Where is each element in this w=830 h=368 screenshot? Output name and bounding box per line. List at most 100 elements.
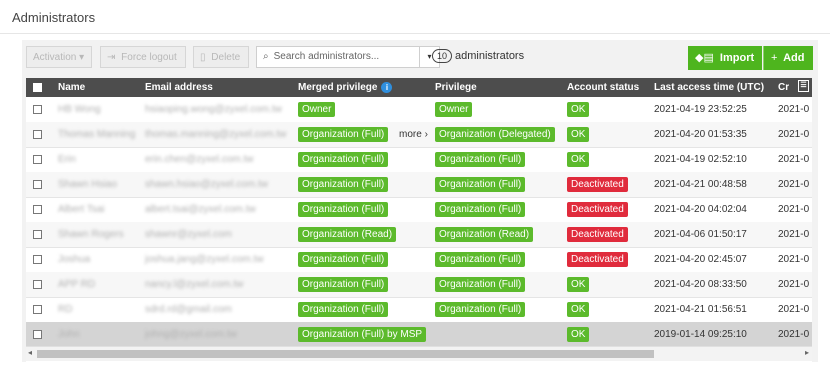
row-email: nancy.l@zyxel.com.tw xyxy=(145,279,244,290)
row-name: Erin xyxy=(58,154,76,165)
import-button[interactable]: ◆▤ Import xyxy=(688,46,762,70)
table-row[interactable]: Albert Tsai albert.tsai@zyxel.com.tw Organ… xyxy=(26,197,812,223)
scroll-left-icon[interactable]: ◂ xyxy=(28,348,32,357)
table-header: Name Email address Merged privilege i Pri… xyxy=(26,78,812,97)
title-divider xyxy=(0,33,830,34)
row-created: 2021-0 xyxy=(778,154,810,165)
row-created: 2021-0 xyxy=(778,229,810,240)
count-label: administrators xyxy=(455,50,525,62)
row-last-access: 2021-04-21 01:56:51 xyxy=(654,304,747,315)
row-created: 2021-0 xyxy=(778,329,810,340)
merged-privilege-badge: Organization (Full) xyxy=(298,177,389,192)
horizontal-scrollbar[interactable]: ◂ ▸ xyxy=(26,346,812,361)
row-created: 2021-0 xyxy=(778,254,810,265)
col-merged-privilege[interactable]: Merged privilege i xyxy=(298,82,393,94)
row-last-access: 2021-04-20 08:33:50 xyxy=(654,279,747,290)
table-row[interactable]: RD sdrd.rd@gmail.com Organization (Full) Or… xyxy=(26,297,812,323)
row-checkbox[interactable] xyxy=(33,280,42,289)
row-checkbox[interactable] xyxy=(33,180,42,189)
row-checkbox[interactable] xyxy=(33,255,42,264)
col-merged-label: Merged privilege xyxy=(298,82,378,94)
scroll-right-icon[interactable]: ▸ xyxy=(805,348,809,357)
col-email[interactable]: Email address xyxy=(145,82,213,93)
import-icon: ◆▤ xyxy=(695,52,714,64)
delete-button[interactable]: ▯ Delete xyxy=(193,46,249,68)
columns-icon[interactable]: ☰ xyxy=(798,80,809,92)
delete-label: Delete xyxy=(211,52,241,63)
row-checkbox[interactable] xyxy=(33,330,42,339)
row-last-access: 2021-04-21 00:48:58 xyxy=(654,179,747,190)
row-name: Albert Tsai xyxy=(58,204,105,215)
scrollbar-thumb[interactable] xyxy=(37,350,654,358)
add-button[interactable]: + Add xyxy=(763,46,813,70)
trash-icon: ▯ xyxy=(200,52,206,63)
row-checkbox[interactable] xyxy=(33,130,42,139)
row-checkbox[interactable] xyxy=(33,230,42,239)
row-name: RD xyxy=(58,304,73,315)
col-name[interactable]: Name xyxy=(58,82,85,93)
row-checkbox[interactable] xyxy=(33,105,42,114)
row-name: HB Wong xyxy=(58,104,101,115)
logout-icon: ⇥ xyxy=(107,52,116,63)
select-all-checkbox[interactable] xyxy=(33,83,42,92)
admin-panel: Activation ▾ ⇥ Force logout ▯ Delete ⌕ Se… xyxy=(22,40,818,362)
row-created: 2021-0 xyxy=(778,304,810,315)
row-created: 2021-0 xyxy=(778,279,810,290)
row-last-access: 2019-01-14 09:25:10 xyxy=(654,329,747,340)
table-row[interactable]: APP RD nancy.l@zyxel.com.tw Organization (… xyxy=(26,272,812,298)
table-row[interactable]: Shawn Rogers shawnr@zyxel.com Organization… xyxy=(26,222,812,248)
more-link[interactable]: more › xyxy=(399,129,428,140)
privilege-badge: Organization (Full) xyxy=(435,202,526,217)
privilege-badge: Organization (Full) xyxy=(435,177,526,192)
status-badge: OK xyxy=(567,277,590,292)
admin-count: 10 administrators xyxy=(432,49,524,63)
status-badge: Deactivated xyxy=(567,252,628,267)
row-last-access: 2021-04-06 01:50:17 xyxy=(654,229,747,240)
col-privilege[interactable]: Privilege xyxy=(435,82,477,93)
chevron-right-icon: › xyxy=(424,129,428,140)
status-badge: OK xyxy=(567,102,590,117)
merged-privilege-badge: Organization (Full) xyxy=(298,277,389,292)
search-placeholder: Search administrators... xyxy=(273,51,380,62)
row-checkbox[interactable] xyxy=(33,155,42,164)
add-label: Add xyxy=(783,52,805,64)
status-badge: Deactivated xyxy=(567,177,628,192)
row-email: thomas.manning@zyxel.com.tw xyxy=(145,129,287,140)
table-row[interactable]: Joshua joshua.jang@zyxel.com.tw Organizati… xyxy=(26,247,812,273)
table-row[interactable]: John johng@zyxel.com.tw Organization (Full… xyxy=(26,322,812,348)
merged-privilege-badge: Organization (Full) xyxy=(298,202,389,217)
merged-privilege-badge: Owner xyxy=(298,102,336,117)
row-checkbox[interactable] xyxy=(33,305,42,314)
activation-button[interactable]: Activation ▾ xyxy=(26,46,92,68)
merged-privilege-badge: Organization (Full) by MSP xyxy=(298,327,427,342)
row-created: 2021-0 xyxy=(778,129,810,140)
row-name: Shawn Rogers xyxy=(58,229,124,240)
force-logout-button[interactable]: ⇥ Force logout xyxy=(100,46,186,68)
row-email: albert.tsai@zyxel.com.tw xyxy=(145,204,256,215)
row-email: shawn.hsiao@zyxel.com.tw xyxy=(145,179,268,190)
col-created[interactable]: Cr xyxy=(778,82,789,93)
row-email: shawnr@zyxel.com xyxy=(145,229,232,240)
table-row[interactable]: Erin erin.chen@zyxel.com.tw Organization (… xyxy=(26,147,812,173)
search-input[interactable]: ⌕ Search administrators... xyxy=(256,46,420,68)
merged-privilege-badge: Organization (Full) xyxy=(298,152,389,167)
privilege-badge: Organization (Delegated) xyxy=(435,127,555,142)
row-email: johng@zyxel.com.tw xyxy=(145,329,237,340)
chevron-down-icon: ▾ xyxy=(79,52,85,63)
count-badge: 10 xyxy=(432,49,453,63)
row-checkbox[interactable] xyxy=(33,205,42,214)
col-account-status[interactable]: Account status xyxy=(567,82,639,93)
row-name: Shawn Hsiao xyxy=(58,179,117,190)
table-row[interactable]: Shawn Hsiao shawn.hsiao@zyxel.com.tw Organ… xyxy=(26,172,812,198)
privilege-badge: Organization (Full) xyxy=(435,252,526,267)
status-badge: OK xyxy=(567,127,590,142)
status-badge: OK xyxy=(567,327,590,342)
row-last-access: 2021-04-20 04:02:04 xyxy=(654,204,747,215)
col-last-access[interactable]: Last access time (UTC) xyxy=(654,82,764,93)
plus-icon: + xyxy=(771,52,778,64)
table-row[interactable]: HB Wong hsiaoping.wong@zyxel.com.tw Owner O… xyxy=(26,97,812,123)
info-icon[interactable]: i xyxy=(381,82,393,93)
table-row[interactable]: Thomas Manning thomas.manning@zyxel.com.t… xyxy=(26,122,812,148)
row-name: Joshua xyxy=(58,254,91,265)
row-email: hsiaoping.wong@zyxel.com.tw xyxy=(145,104,282,115)
